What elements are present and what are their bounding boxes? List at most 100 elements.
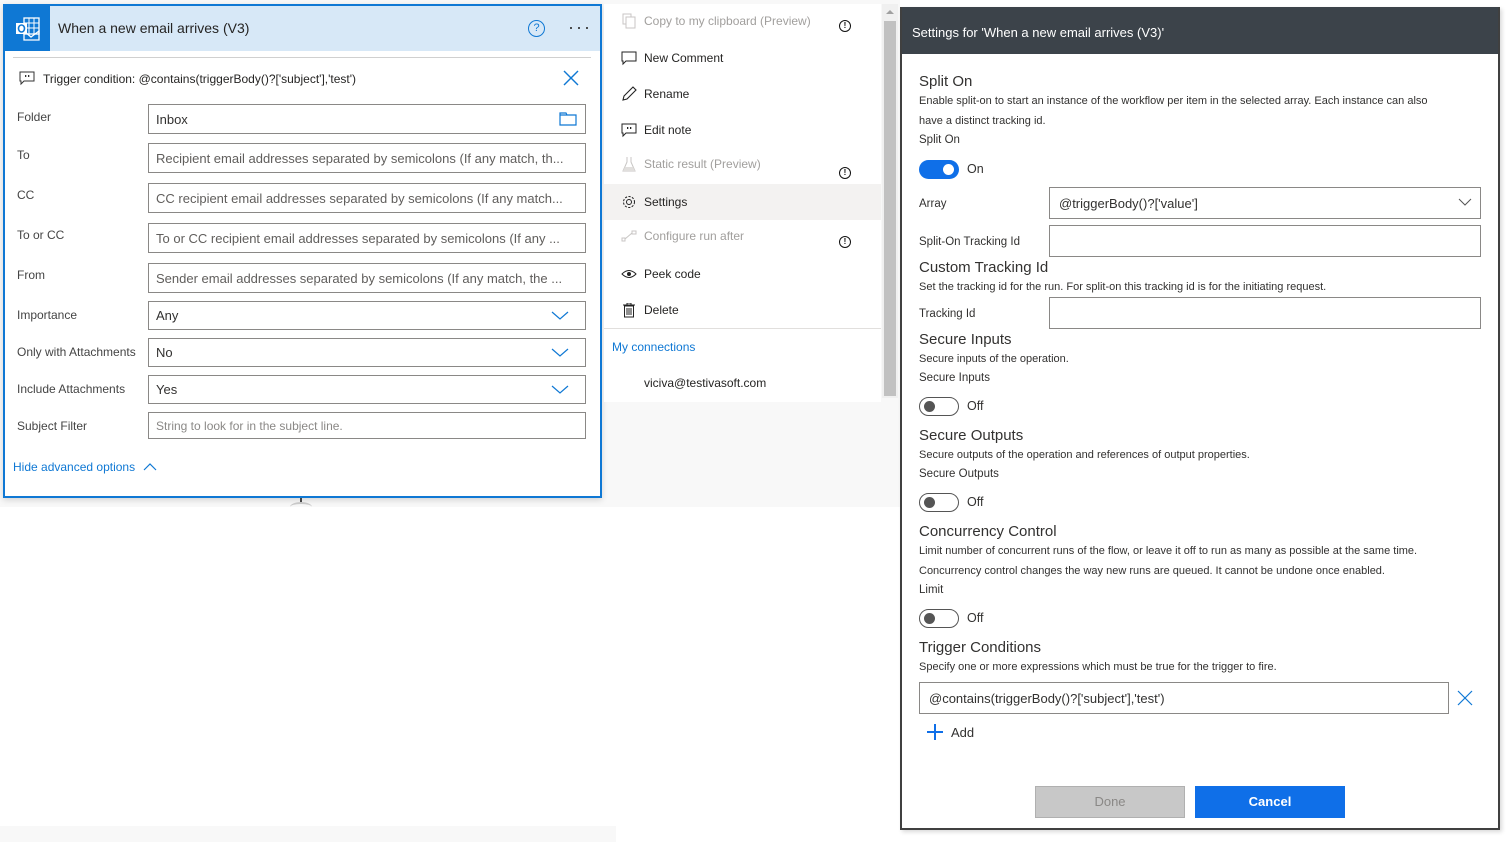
menu-item-copy-to-clipboard[interactable]: Copy to my clipboard (Preview) ! bbox=[604, 4, 881, 38]
info-icon[interactable]: ! bbox=[839, 20, 851, 32]
menu-item-label: Delete bbox=[644, 303, 679, 317]
menu-item-new-comment[interactable]: New Comment bbox=[604, 41, 881, 75]
trigger-conditions-description: Specify one or more expressions which mu… bbox=[919, 661, 1277, 673]
concurrency-description-1: Limit number of concurrent runs of the f… bbox=[919, 545, 1418, 557]
hide-advanced-options-link[interactable]: Hide advanced options bbox=[13, 460, 157, 474]
subject-filter-field[interactable]: String to look for in the subject line. bbox=[148, 412, 586, 439]
folder-field[interactable]: Inbox bbox=[148, 104, 586, 134]
secure-outputs-description: Secure outputs of the operation and refe… bbox=[919, 449, 1250, 461]
importance-value: Any bbox=[156, 308, 179, 323]
menu-item-label: Edit note bbox=[644, 123, 692, 137]
trigger-card: When a new email arrives (V3) ? ··· Trig… bbox=[3, 4, 602, 498]
only-with-attachments-dropdown[interactable]: No bbox=[148, 338, 586, 367]
folder-icon[interactable] bbox=[559, 112, 577, 126]
cc-placeholder: CC recipient email addresses separated b… bbox=[156, 190, 563, 206]
menu-item-edit-note[interactable]: Edit note bbox=[604, 113, 881, 147]
secure-inputs-label: Secure Inputs bbox=[919, 372, 990, 384]
eye-icon bbox=[620, 265, 638, 283]
note-icon bbox=[620, 121, 638, 139]
include-attachments-label: Include Attachments bbox=[17, 382, 126, 396]
concurrency-toggle[interactable] bbox=[919, 609, 959, 628]
cc-field[interactable]: CC recipient email addresses separated b… bbox=[148, 183, 586, 213]
from-field[interactable]: Sender email addresses separated by semi… bbox=[148, 263, 586, 293]
connection-item[interactable]: viciva@testivasoft.com bbox=[644, 376, 766, 390]
secure-outputs-state: Off bbox=[967, 495, 984, 509]
done-button[interactable]: Done bbox=[1035, 786, 1185, 818]
add-condition-button[interactable]: Add bbox=[927, 724, 974, 740]
include-attachments-dropdown[interactable]: Yes bbox=[148, 375, 586, 404]
menu-item-label: Configure run after bbox=[644, 229, 745, 243]
help-icon[interactable]: ? bbox=[528, 20, 545, 37]
menu-scrollbar[interactable] bbox=[882, 4, 898, 398]
concurrency-heading: Concurrency Control bbox=[919, 523, 1057, 540]
subject-filter-label: Subject Filter bbox=[17, 419, 88, 433]
insert-step-handle[interactable] bbox=[290, 502, 312, 512]
pencil-icon bbox=[620, 85, 638, 103]
menu-item-rename[interactable]: Rename bbox=[604, 77, 881, 111]
secure-inputs-toggle[interactable] bbox=[919, 397, 959, 416]
array-dropdown[interactable]: @triggerBody()?['value'] bbox=[1049, 187, 1481, 219]
menu-item-configure-run-after[interactable]: Configure run after ! bbox=[604, 219, 881, 253]
run-after-icon bbox=[620, 227, 638, 245]
canvas-footer-strip bbox=[0, 826, 616, 842]
secure-outputs-toggle[interactable] bbox=[919, 493, 959, 512]
settings-panel: Settings for 'When a new email arrives (… bbox=[900, 7, 1500, 830]
ellipsis-icon[interactable]: ··· bbox=[568, 17, 592, 38]
from-placeholder: Sender email addresses separated by semi… bbox=[156, 270, 563, 286]
trigger-conditions-heading: Trigger Conditions bbox=[919, 639, 1041, 656]
split-on-toggle[interactable] bbox=[919, 160, 959, 179]
menu-item-settings[interactable]: Settings bbox=[604, 184, 881, 220]
only-with-attachments-value: No bbox=[156, 345, 173, 360]
plus-icon bbox=[927, 724, 943, 740]
copy-icon bbox=[620, 12, 638, 30]
scrollbar-thumb[interactable] bbox=[884, 21, 896, 396]
menu-item-static-result[interactable]: Static result (Preview) ! bbox=[604, 147, 881, 181]
only-with-attachments-label: Only with Attachments bbox=[17, 345, 136, 359]
to-field[interactable]: Recipient email addresses separated by s… bbox=[148, 143, 586, 173]
my-connections-heading[interactable]: My connections bbox=[612, 340, 695, 354]
flask-icon bbox=[620, 155, 638, 173]
to-or-cc-field[interactable]: To or CC recipient email addresses separ… bbox=[148, 223, 586, 253]
menu-divider bbox=[604, 328, 881, 329]
custom-tracking-description: Set the tracking id for the run. For spl… bbox=[919, 281, 1327, 293]
close-icon[interactable] bbox=[561, 68, 581, 88]
remove-condition-icon[interactable] bbox=[1457, 690, 1473, 706]
hide-advanced-options-label: Hide advanced options bbox=[13, 460, 136, 474]
cc-label: CC bbox=[17, 188, 35, 202]
array-label: Array bbox=[919, 198, 947, 210]
concurrency-description-2: Concurrency control changes the way new … bbox=[919, 565, 1385, 577]
cancel-button[interactable]: Cancel bbox=[1195, 786, 1345, 818]
menu-item-label: New Comment bbox=[644, 51, 724, 65]
note-icon bbox=[19, 71, 35, 86]
trigger-card-header[interactable]: When a new email arrives (V3) ? ··· bbox=[5, 6, 600, 51]
trigger-card-title[interactable]: When a new email arrives (V3) bbox=[58, 20, 249, 36]
folder-label: Folder bbox=[17, 110, 52, 124]
chevron-down-icon bbox=[551, 348, 569, 357]
designer-canvas-lower bbox=[0, 507, 900, 827]
info-icon[interactable]: ! bbox=[839, 236, 851, 248]
outlook-icon bbox=[5, 6, 50, 51]
settings-title: Settings for 'When a new email arrives (… bbox=[912, 25, 1165, 40]
trash-icon bbox=[620, 301, 638, 319]
secure-outputs-heading: Secure Outputs bbox=[919, 427, 1024, 444]
subject-filter-placeholder: String to look for in the subject line. bbox=[156, 418, 343, 433]
split-on-tracking-id-input[interactable] bbox=[1049, 225, 1481, 257]
from-label: From bbox=[17, 268, 45, 282]
chevron-down-icon bbox=[1458, 198, 1472, 206]
info-icon[interactable]: ! bbox=[839, 167, 851, 179]
importance-dropdown[interactable]: Any bbox=[148, 301, 586, 330]
concurrency-state: Off bbox=[967, 611, 984, 625]
to-or-cc-label: To or CC bbox=[17, 228, 65, 242]
tracking-id-input[interactable] bbox=[1049, 297, 1481, 329]
menu-item-peek-code[interactable]: Peek code bbox=[604, 257, 881, 291]
trigger-condition-input[interactable]: @contains(triggerBody()?['subject'],'tes… bbox=[919, 682, 1449, 714]
settings-header: Settings for 'When a new email arrives (… bbox=[902, 7, 1498, 54]
trigger-condition-note: Trigger condition: @contains(triggerBody… bbox=[19, 71, 356, 86]
trigger-condition-text: Trigger condition: @contains(triggerBody… bbox=[43, 71, 357, 86]
split-on-state: On bbox=[967, 162, 984, 176]
comment-icon bbox=[620, 49, 638, 67]
secure-outputs-label: Secure Outputs bbox=[919, 468, 999, 480]
menu-item-delete[interactable]: Delete bbox=[604, 293, 881, 327]
scroll-up-arrow-icon[interactable] bbox=[886, 10, 894, 14]
limit-label: Limit bbox=[919, 584, 944, 596]
